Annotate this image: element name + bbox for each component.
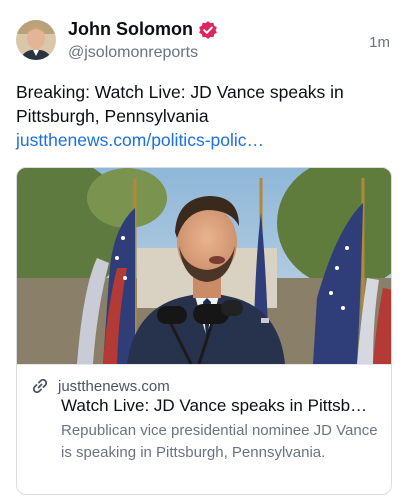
link-title[interactable]: Watch Live: JD Vance speaks in Pittsb… xyxy=(61,396,383,416)
post-inline-link[interactable]: justthenews.com/politics-polic… xyxy=(16,130,264,150)
link-description: Republican vice presidential nominee JD … xyxy=(61,422,378,461)
post: John Solomon @jsolomonreports 1m Breakin… xyxy=(0,0,408,500)
post-timestamp[interactable]: 1m xyxy=(369,34,390,51)
author-display-name[interactable]: John Solomon xyxy=(68,19,193,40)
post-body-text: Breaking: Watch Live: JD Vance speaks in… xyxy=(16,82,344,126)
author-handle[interactable]: @jsolomonreports xyxy=(68,44,198,62)
author-name-row: John Solomon xyxy=(68,19,218,40)
link-preview-card[interactable]: justthenews.com Watch Live: JD Vance spe… xyxy=(16,167,392,495)
link-preview-meta: justthenews.com Watch Live: JD Vance spe… xyxy=(17,364,391,461)
link-preview-image[interactable] xyxy=(17,168,391,364)
link-domain-row: justthenews.com xyxy=(31,377,381,395)
verified-badge-icon xyxy=(198,20,218,40)
link-icon xyxy=(31,377,49,395)
post-text: Breaking: Watch Live: JD Vance speaks in… xyxy=(16,80,391,152)
link-domain: justthenews.com xyxy=(58,377,170,395)
author-avatar[interactable] xyxy=(16,20,56,60)
